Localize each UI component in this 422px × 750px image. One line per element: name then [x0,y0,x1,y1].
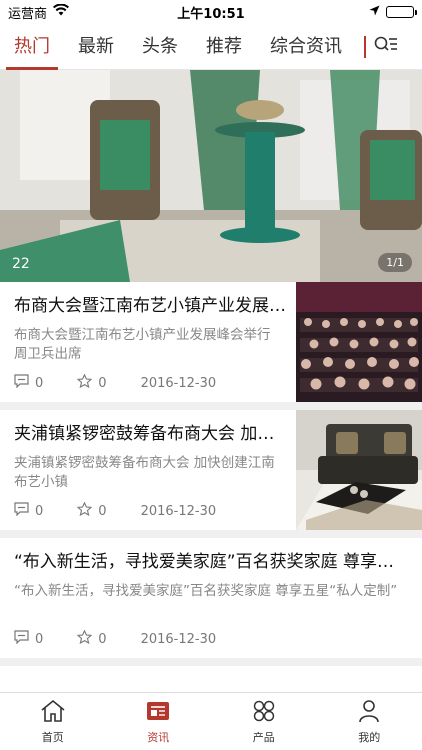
star-icon [76,501,93,520]
battery-icon [386,6,417,18]
news-thumbnail [296,282,422,402]
news-summary: 布商大会暨江南布艺小镇产业发展峰会举行 周卫兵出席 [14,327,271,362]
tab-hot[interactable]: 热门 [0,24,64,70]
nav-news[interactable]: 资讯 [106,693,212,750]
nav-profile-label: 我的 [358,730,381,744]
nav-products[interactable]: 产品 [211,693,317,750]
category-tabs: 热门 最新 头条 推荐 综合资讯 [0,24,422,70]
nav-home[interactable]: 首页 [0,693,106,750]
nav-profile[interactable]: 我的 [317,693,422,750]
news-title: “布入新生活，寻找爱美家庭”百名获奖家庭 尊享五星“私人定制” [14,552,408,572]
status-bar: 运营商 上午10:51 [0,0,422,24]
news-date: 2016-12-30 [140,375,217,391]
banner-pager: 1/1 [378,253,412,272]
search-list-icon [374,35,398,59]
nav-home-label: 首页 [41,730,64,744]
location-arrow-icon [369,5,380,20]
wifi-icon [53,3,70,20]
nav-products-label: 产品 [252,730,275,744]
home-icon [40,699,66,726]
comment-icon [14,502,29,520]
news-item[interactable]: 夹浦镇紧锣密鼓筹备布商大会 加快创建江南布艺小镇 夹浦镇紧锣密鼓筹备布商大会 加… [0,410,422,538]
news-title: 夹浦镇紧锣密鼓筹备布商大会 加快创建江南布艺小镇 [14,424,288,444]
news-date: 2016-12-30 [140,631,217,647]
comment-count: 0 [35,503,44,519]
news-icon [145,699,171,726]
grid-icon [251,699,277,726]
tab-recommended[interactable]: 推荐 [192,24,256,70]
carrier-label: 运营商 [8,6,48,22]
tab-latest[interactable]: 最新 [64,24,128,70]
like-count: 0 [98,375,107,391]
comment-count: 0 [35,631,44,647]
like-count: 0 [98,631,107,647]
bottom-nav: 首页 资讯 产品 我的 [0,692,422,750]
news-thumbnail [296,410,422,530]
news-item[interactable]: “布入新生活，寻找爱美家庭”百名获奖家庭 尊享五星“私人定制” “布入新生活，寻… [0,538,422,666]
tab-headlines[interactable]: 头条 [128,24,192,70]
user-icon [356,699,382,726]
tab-general-news[interactable]: 综合资讯 [256,24,356,70]
like-count: 0 [98,503,107,519]
nav-news-label: 资讯 [147,730,170,744]
news-date: 2016-12-30 [140,503,217,519]
banner-count: 22 [12,256,30,272]
comment-icon [14,374,29,392]
news-summary: 夹浦镇紧锣密鼓筹备布商大会 加快创建江南布艺小镇 [14,455,275,490]
banner-image [0,70,422,282]
star-icon [76,373,93,392]
category-menu-button[interactable] [366,24,406,70]
star-icon [76,629,93,648]
news-title: 布商大会暨江南布艺小镇产业发展峰会举行 周卫兵出席 [14,296,288,316]
news-summary: “布入新生活，寻找爱美家庭”百名获奖家庭 尊享五星“私人定制” [14,583,398,599]
comment-icon [14,630,29,648]
news-item[interactable]: 布商大会暨江南布艺小镇产业发展峰会举行 周卫兵出席 布商大会暨江南布艺小镇产业发… [0,282,422,410]
banner-carousel[interactable]: 22 1/1 [0,70,422,282]
clock: 上午10:51 [177,6,245,22]
comment-count: 0 [35,375,44,391]
